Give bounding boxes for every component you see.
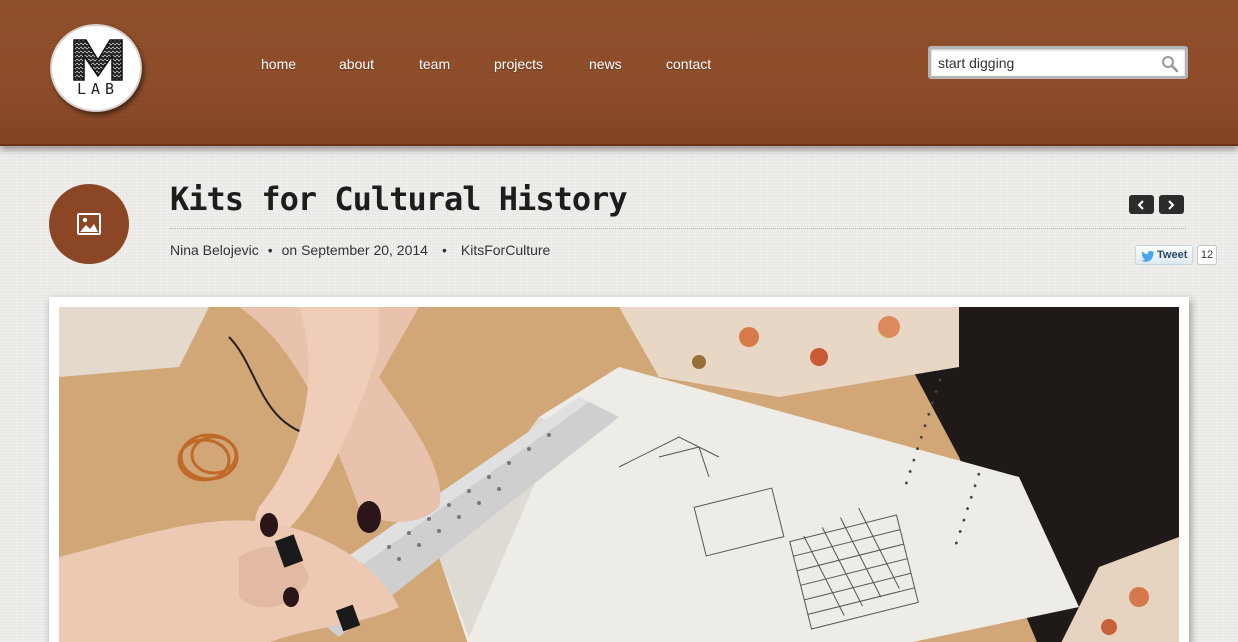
nav-home[interactable]: home	[261, 56, 296, 72]
featured-image-frame: • • • • • • • • • • • • • • • • •	[49, 297, 1189, 642]
featured-image-illustration: • • • • • • • • • • • • • • • • •	[59, 307, 1179, 642]
post-title: Kits for Cultural History	[170, 180, 628, 218]
meta-separator: •	[267, 242, 273, 258]
site-logo[interactable]: LAB	[50, 24, 142, 112]
nav-projects[interactable]: projects	[494, 56, 543, 72]
post-format-badge	[49, 184, 129, 264]
nav-contact[interactable]: contact	[666, 56, 711, 72]
next-post-button[interactable]	[1159, 195, 1184, 214]
image-icon	[77, 213, 101, 235]
nav-team[interactable]: team	[419, 56, 450, 72]
prev-post-button[interactable]	[1129, 195, 1154, 214]
site-header: LAB home about team projects news contac…	[0, 0, 1238, 146]
post-meta: Nina Belojevic • on September 20, 2014 • Kit…	[170, 242, 550, 258]
title-divider	[170, 228, 1186, 229]
chevron-left-icon	[1137, 200, 1144, 210]
logo-lab-text: LAB	[76, 80, 120, 98]
tweet-button[interactable]: Tweet	[1135, 245, 1193, 265]
nav-news[interactable]: news	[589, 56, 622, 72]
tweet-label: Tweet	[1157, 249, 1188, 261]
post-author-link[interactable]: Nina Belojevic	[170, 242, 259, 258]
featured-image[interactable]: • • • • • • • • • • • • • • • • •	[59, 307, 1179, 642]
search-icon[interactable]	[1161, 55, 1179, 73]
twitter-bird-icon	[1141, 251, 1155, 262]
chevron-right-icon	[1168, 200, 1175, 210]
search-box	[928, 46, 1188, 79]
tweet-count: 12	[1197, 245, 1217, 265]
meta-separator: •	[441, 242, 447, 258]
post-date: on September 20, 2014	[281, 242, 428, 258]
nav-about[interactable]: about	[339, 56, 374, 72]
post-category-link[interactable]: KitsForCulture	[461, 242, 550, 258]
search-input[interactable]	[938, 54, 1148, 72]
logo-m-mark	[73, 39, 123, 81]
